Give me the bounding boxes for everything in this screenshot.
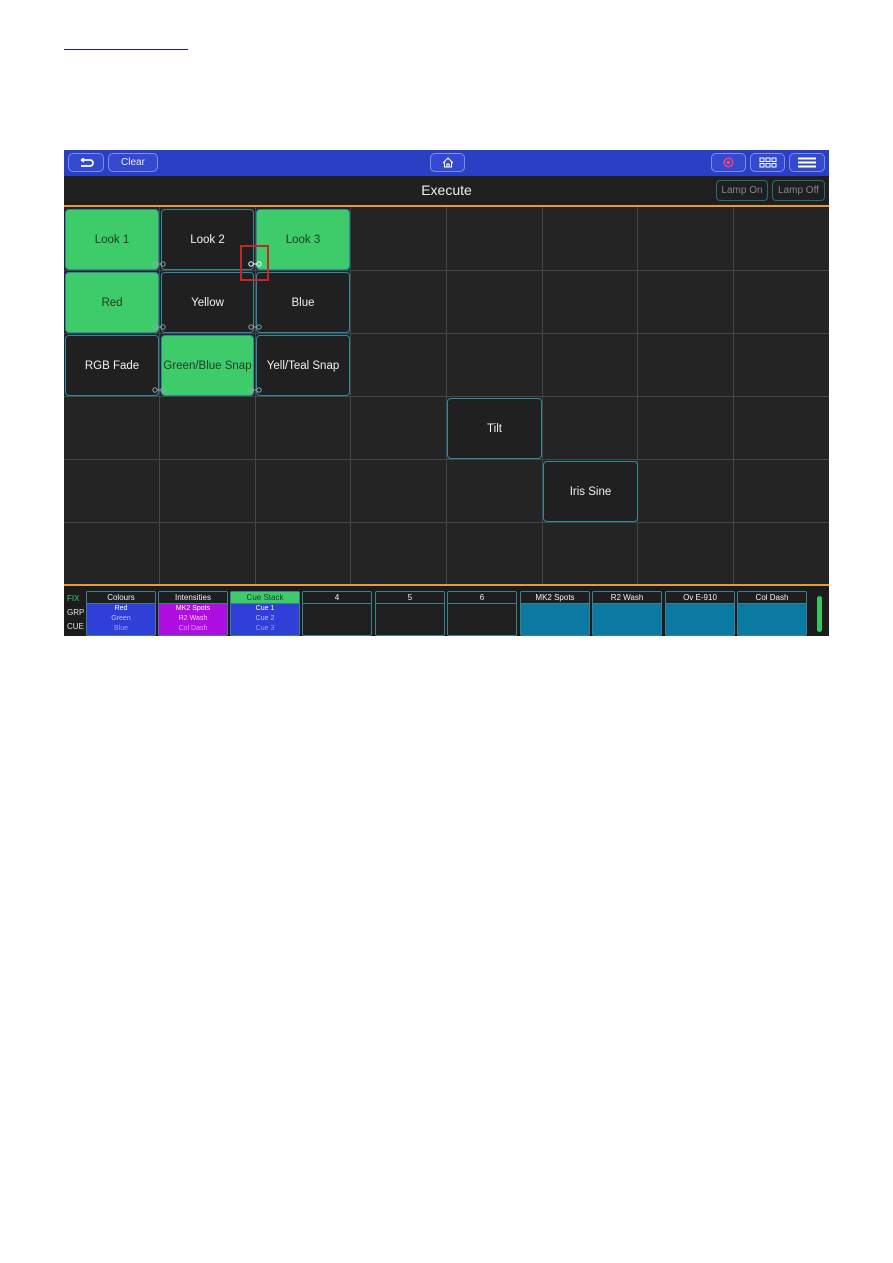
palette-title: 4 [303, 592, 371, 604]
menu-button[interactable] [789, 153, 825, 172]
document-link-underline[interactable] [64, 49, 188, 50]
tile-red[interactable]: Red [65, 272, 159, 333]
record-button[interactable] [711, 153, 746, 172]
playback-grid: Look 1 Look 2 Look 3 Red Yellow Blue RGB… [64, 207, 829, 584]
link-handle-icon[interactable] [152, 324, 166, 330]
hamburger-menu-icon [798, 157, 816, 168]
grid-line [64, 522, 829, 523]
mode-grp[interactable]: GRP [67, 608, 84, 617]
tile-blue[interactable]: Blue [256, 272, 350, 333]
tile-rgb-fade[interactable]: RGB Fade [65, 335, 159, 396]
palette-title: 6 [448, 592, 516, 604]
page-title: Execute [421, 182, 472, 198]
palette-item: Col Dash [178, 625, 208, 632]
grid-line [64, 459, 829, 460]
back-button[interactable] [68, 153, 104, 172]
playback-bar: FIX GRP CUE Colours Red Green Blue Inten… [64, 584, 829, 636]
link-handle-icon[interactable] [152, 387, 166, 393]
scroll-indicator[interactable] [817, 596, 822, 632]
home-button[interactable] [430, 153, 465, 172]
tile-iris-sine[interactable]: Iris Sine [543, 461, 638, 522]
palette-ov-e910[interactable]: Ov E-910 [665, 591, 735, 636]
palette-colours[interactable]: Colours Red Green Blue [86, 591, 156, 636]
link-handle-icon[interactable] [248, 324, 262, 330]
grid-view-button[interactable] [750, 153, 785, 172]
tile-tilt[interactable]: Tilt [447, 398, 542, 459]
palette-6[interactable]: 6 [447, 591, 517, 636]
grid-line [64, 396, 829, 397]
grid-line [64, 270, 829, 271]
link-handle-icon[interactable] [248, 387, 262, 393]
tile-look-3[interactable]: Look 3 [256, 209, 350, 270]
palette-title: R2 Wash [593, 592, 661, 604]
mode-fix[interactable]: FIX [67, 594, 79, 603]
tile-look-1[interactable]: Look 1 [65, 209, 159, 270]
palette-title: 5 [376, 592, 444, 604]
palette-title: Col Dash [738, 592, 806, 604]
palette-r2-wash[interactable]: R2 Wash [592, 591, 662, 636]
undo-arrow-icon [80, 157, 94, 167]
title-bar: Execute Lamp On Lamp Off [64, 176, 829, 207]
palette-item: Blue [113, 625, 128, 632]
grid-view-icon [759, 157, 776, 168]
palette-5[interactable]: 5 [375, 591, 445, 636]
grid-line [64, 333, 829, 334]
palette-col-dash[interactable]: Col Dash [737, 591, 807, 636]
palette-4[interactable]: 4 [302, 591, 372, 636]
palette-item: Cue 2 [255, 615, 275, 622]
palette-mk2-spots[interactable]: MK2 Spots [520, 591, 590, 636]
home-icon [442, 157, 453, 168]
palette-item: Cue 3 [255, 625, 275, 632]
palette-item: MK2 Spots [175, 605, 211, 612]
palette-title: Cue Stack [231, 592, 299, 604]
tile-green-blue-snap[interactable]: Green/Blue Snap [161, 335, 254, 396]
record-icon [723, 157, 734, 168]
palette-item: Cue 1 [255, 605, 275, 612]
mode-cue[interactable]: CUE [67, 622, 84, 631]
tile-yellow[interactable]: Yellow [161, 272, 254, 333]
lamp-on-button[interactable]: Lamp On [716, 180, 768, 201]
palette-cue-stack[interactable]: Cue Stack Cue 1 Cue 2 Cue 3 [230, 591, 300, 636]
palette-title: Colours [87, 592, 155, 604]
palette-item: Green [111, 615, 131, 622]
palette-intensities[interactable]: Intensities MK2 Spots R2 Wash Col Dash [158, 591, 228, 636]
palette-title: Ov E-910 [666, 592, 734, 604]
execute-window: Clear Execute Lamp On Lamp Off Look 1 Lo… [64, 150, 829, 636]
palette-item: Red [114, 605, 128, 612]
lamp-off-button[interactable]: Lamp Off [772, 180, 825, 201]
highlight-box [240, 245, 269, 281]
top-toolbar: Clear [64, 150, 829, 176]
palette-title: Intensities [159, 592, 227, 604]
palette-item: R2 Wash [178, 615, 208, 622]
tile-yell-teal-snap[interactable]: Yell/Teal Snap [256, 335, 350, 396]
palette-title: MK2 Spots [521, 592, 589, 604]
link-handle-icon[interactable] [152, 261, 166, 267]
clear-button[interactable]: Clear [108, 153, 158, 172]
